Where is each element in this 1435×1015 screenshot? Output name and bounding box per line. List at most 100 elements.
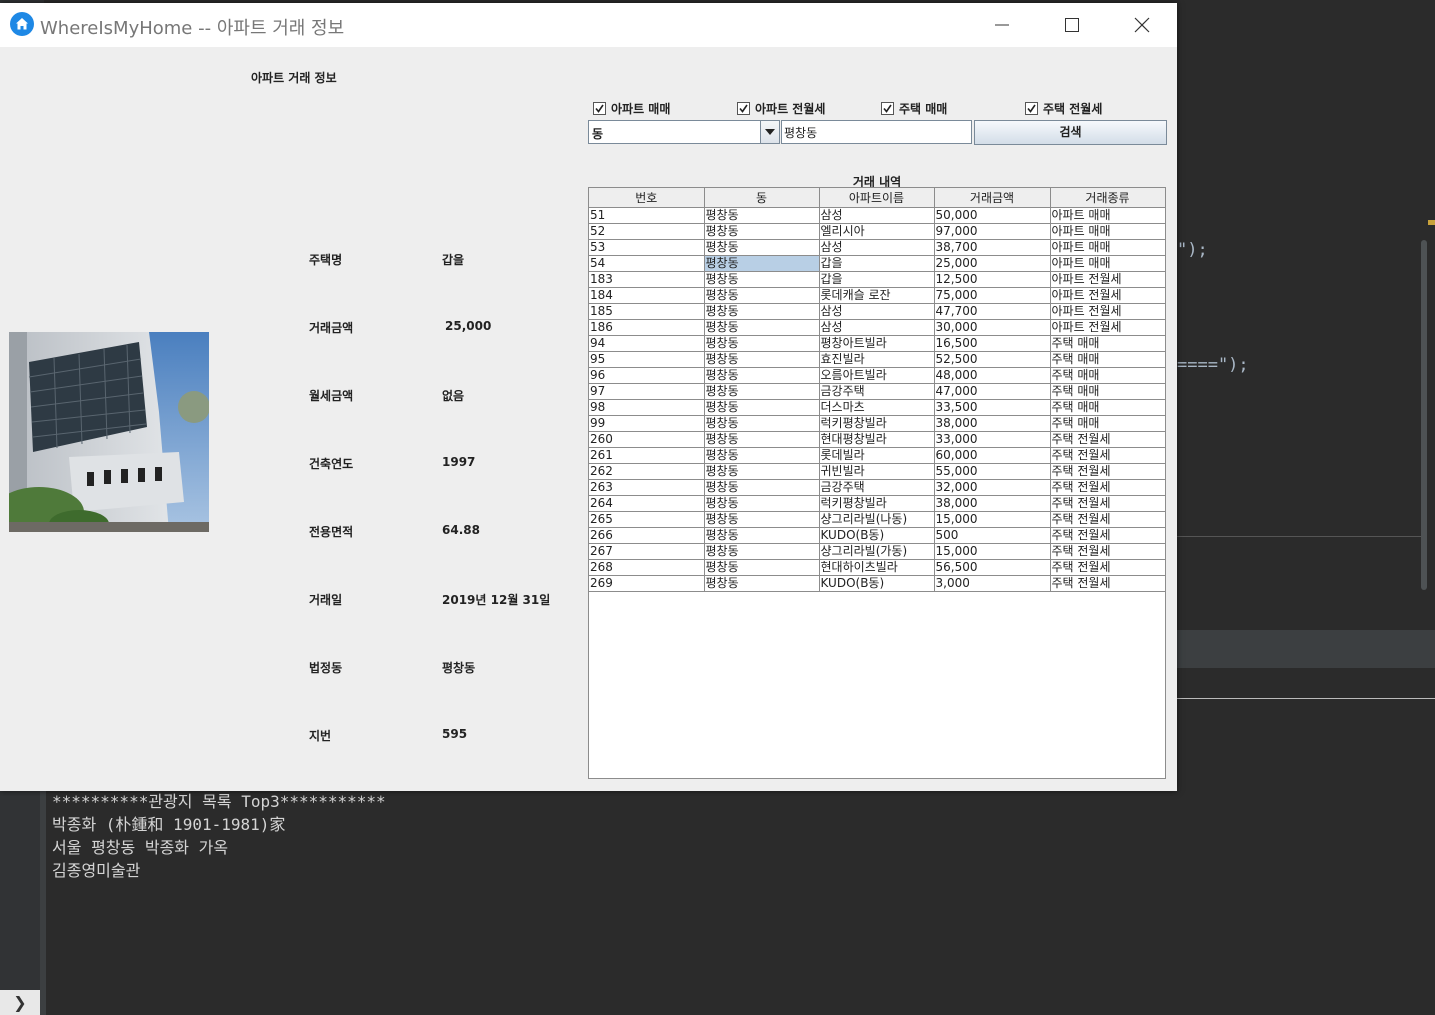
table-cell[interactable]: 32,000 bbox=[934, 479, 1051, 496]
table-cell[interactable]: 264 bbox=[589, 495, 705, 512]
table-row[interactable]: 98 평창동 더스마츠 33,500 주택 매매 bbox=[589, 399, 1165, 416]
table-cell[interactable]: 16,500 bbox=[934, 335, 1051, 352]
table-row[interactable]: 94 평창동 평창아트빌라 16,500 주택 매매 bbox=[589, 335, 1165, 352]
table-cell[interactable]: 삼성 bbox=[819, 319, 935, 336]
table-cell[interactable]: 아파트 전월세 bbox=[1050, 287, 1165, 304]
table-cell[interactable]: 평창동 bbox=[704, 479, 820, 496]
table-row[interactable]: 53 평창동 삼성 38,700 아파트 매매 bbox=[589, 239, 1165, 256]
table-cell[interactable]: 아파트 매매 bbox=[1050, 239, 1165, 256]
table-cell[interactable]: 주택 매매 bbox=[1050, 335, 1165, 352]
table-row[interactable]: 261 평창동 롯데빌라 60,000 주택 전월세 bbox=[589, 447, 1165, 464]
table-cell[interactable]: 48,000 bbox=[934, 367, 1051, 384]
column-header[interactable]: 동 bbox=[704, 188, 820, 208]
close-button[interactable] bbox=[1107, 3, 1177, 47]
table-cell[interactable]: 주택 매매 bbox=[1050, 367, 1165, 384]
table-cell[interactable]: 185 bbox=[589, 303, 705, 320]
table-cell[interactable]: 주택 전월세 bbox=[1050, 511, 1165, 528]
column-header[interactable]: 아파트이름 bbox=[819, 188, 935, 208]
table-row[interactable]: 269 평창동 KUDO(B동) 3,000 주택 전월세 bbox=[589, 575, 1165, 592]
table-cell[interactable]: 아파트 전월세 bbox=[1050, 271, 1165, 288]
filter-apt-sale-checkbox[interactable]: 아파트 매매 bbox=[593, 100, 670, 116]
column-header[interactable]: 거래종류 bbox=[1050, 188, 1165, 208]
table-cell[interactable]: 평창동 bbox=[704, 367, 820, 384]
table-cell[interactable]: 33,500 bbox=[934, 399, 1051, 416]
table-cell[interactable]: 평창동 bbox=[704, 399, 820, 416]
table-cell[interactable]: 60,000 bbox=[934, 447, 1051, 464]
maximize-button[interactable] bbox=[1037, 3, 1107, 47]
table-cell[interactable]: 아파트 전월세 bbox=[1050, 319, 1165, 336]
table-cell[interactable]: 267 bbox=[589, 543, 705, 560]
table-row[interactable]: 260 평창동 현대평창빌라 33,000 주택 전월세 bbox=[589, 431, 1165, 448]
search-button[interactable]: 검색 bbox=[974, 120, 1167, 145]
table-cell[interactable]: 500 bbox=[934, 527, 1051, 544]
table-cell[interactable]: 주택 매매 bbox=[1050, 415, 1165, 432]
table-cell[interactable]: 평창동 bbox=[704, 447, 820, 464]
table-cell[interactable]: 삼성 bbox=[819, 207, 935, 224]
table-cell[interactable]: 갑을 bbox=[819, 255, 935, 272]
table-cell[interactable]: 아파트 전월세 bbox=[1050, 303, 1165, 320]
table-cell[interactable]: 268 bbox=[589, 559, 705, 576]
column-header[interactable]: 거래금액 bbox=[934, 188, 1051, 208]
table-cell[interactable]: 현대하이츠빌라 bbox=[819, 559, 935, 576]
table-cell[interactable]: 삼성 bbox=[819, 239, 935, 256]
table-cell[interactable]: 아파트 매매 bbox=[1050, 207, 1165, 224]
table-cell[interactable]: 평창동 bbox=[704, 463, 820, 480]
table-cell[interactable]: 귀빈빌라 bbox=[819, 463, 935, 480]
table-row[interactable]: 97 평창동 금강주택 47,000 주택 매매 bbox=[589, 383, 1165, 400]
table-cell[interactable]: 55,000 bbox=[934, 463, 1051, 480]
table-row[interactable]: 99 평창동 럭키평창빌라 38,000 주택 매매 bbox=[589, 415, 1165, 432]
table-cell[interactable]: 266 bbox=[589, 527, 705, 544]
table-cell[interactable]: 99 bbox=[589, 415, 705, 432]
table-cell[interactable]: 평창동 bbox=[704, 351, 820, 368]
table-row[interactable]: 268 평창동 현대하이츠빌라 56,500 주택 전월세 bbox=[589, 559, 1165, 576]
table-cell[interactable]: 아파트 매매 bbox=[1050, 223, 1165, 240]
table-cell[interactable]: 56,500 bbox=[934, 559, 1051, 576]
table-cell[interactable]: 38,000 bbox=[934, 415, 1051, 432]
table-cell[interactable]: 주택 매매 bbox=[1050, 399, 1165, 416]
table-row[interactable]: 265 평창동 샹그리라빌(나동) 15,000 주택 전월세 bbox=[589, 511, 1165, 528]
table-cell[interactable]: KUDO(B동) bbox=[819, 527, 935, 544]
table-cell[interactable]: 33,000 bbox=[934, 431, 1051, 448]
table-cell[interactable]: 183 bbox=[589, 271, 705, 288]
table-row[interactable]: 184 평창동 롯데캐슬 로잔 75,000 아파트 전월세 bbox=[589, 287, 1165, 304]
table-cell[interactable]: 47,000 bbox=[934, 383, 1051, 400]
table-row[interactable]: 51 평창동 삼성 50,000 아파트 매매 bbox=[589, 207, 1165, 224]
table-cell[interactable]: 97 bbox=[589, 383, 705, 400]
table-row[interactable]: 264 평창동 럭키평창빌라 38,000 주택 전월세 bbox=[589, 495, 1165, 512]
table-cell[interactable]: 주택 전월세 bbox=[1050, 479, 1165, 496]
table-row[interactable]: 183 평창동 갑을 12,500 아파트 전월세 bbox=[589, 271, 1165, 288]
table-cell[interactable]: 평창아트빌라 bbox=[819, 335, 935, 352]
table-cell[interactable]: 주택 매매 bbox=[1050, 383, 1165, 400]
table-cell[interactable]: 평창동 bbox=[704, 239, 820, 256]
table-row[interactable]: 96 평창동 오름아트빌라 48,000 주택 매매 bbox=[589, 367, 1165, 384]
table-cell[interactable]: 3,000 bbox=[934, 575, 1051, 592]
table-cell[interactable]: 주택 전월세 bbox=[1050, 447, 1165, 464]
table-cell[interactable]: 47,700 bbox=[934, 303, 1051, 320]
table-cell[interactable]: 주택 전월세 bbox=[1050, 495, 1165, 512]
table-cell[interactable]: 평창동 bbox=[704, 431, 820, 448]
table-cell[interactable]: 95 bbox=[589, 351, 705, 368]
table-row[interactable]: 52 평창동 엘리시아 97,000 아파트 매매 bbox=[589, 223, 1165, 240]
table-cell[interactable]: 주택 전월세 bbox=[1050, 559, 1165, 576]
table-cell[interactable]: 평창동 bbox=[704, 223, 820, 240]
table-cell[interactable]: 262 bbox=[589, 463, 705, 480]
table-row[interactable]: 185 평창동 삼성 47,700 아파트 전월세 bbox=[589, 303, 1165, 320]
table-cell[interactable]: 평창동 bbox=[704, 255, 820, 272]
table-cell[interactable]: 38,000 bbox=[934, 495, 1051, 512]
table-cell[interactable]: 평창동 bbox=[704, 319, 820, 336]
search-input[interactable] bbox=[781, 120, 972, 144]
table-cell[interactable]: 30,000 bbox=[934, 319, 1051, 336]
table-cell[interactable]: 평창동 bbox=[704, 575, 820, 592]
table-cell[interactable]: 269 bbox=[589, 575, 705, 592]
table-cell[interactable]: 261 bbox=[589, 447, 705, 464]
table-cell[interactable]: 주택 전월세 bbox=[1050, 463, 1165, 480]
table-cell[interactable]: 54 bbox=[589, 255, 705, 272]
table-cell[interactable]: 52,500 bbox=[934, 351, 1051, 368]
table-cell[interactable]: 주택 전월세 bbox=[1050, 543, 1165, 560]
table-cell[interactable]: 265 bbox=[589, 511, 705, 528]
table-cell[interactable]: 15,000 bbox=[934, 543, 1051, 560]
search-type-dropdown[interactable]: 동 bbox=[588, 120, 780, 144]
table-cell[interactable]: 주택 전월세 bbox=[1050, 527, 1165, 544]
filter-apt-rent-checkbox[interactable]: 아파트 전월세 bbox=[737, 100, 825, 116]
table-cell[interactable]: 평창동 bbox=[704, 511, 820, 528]
